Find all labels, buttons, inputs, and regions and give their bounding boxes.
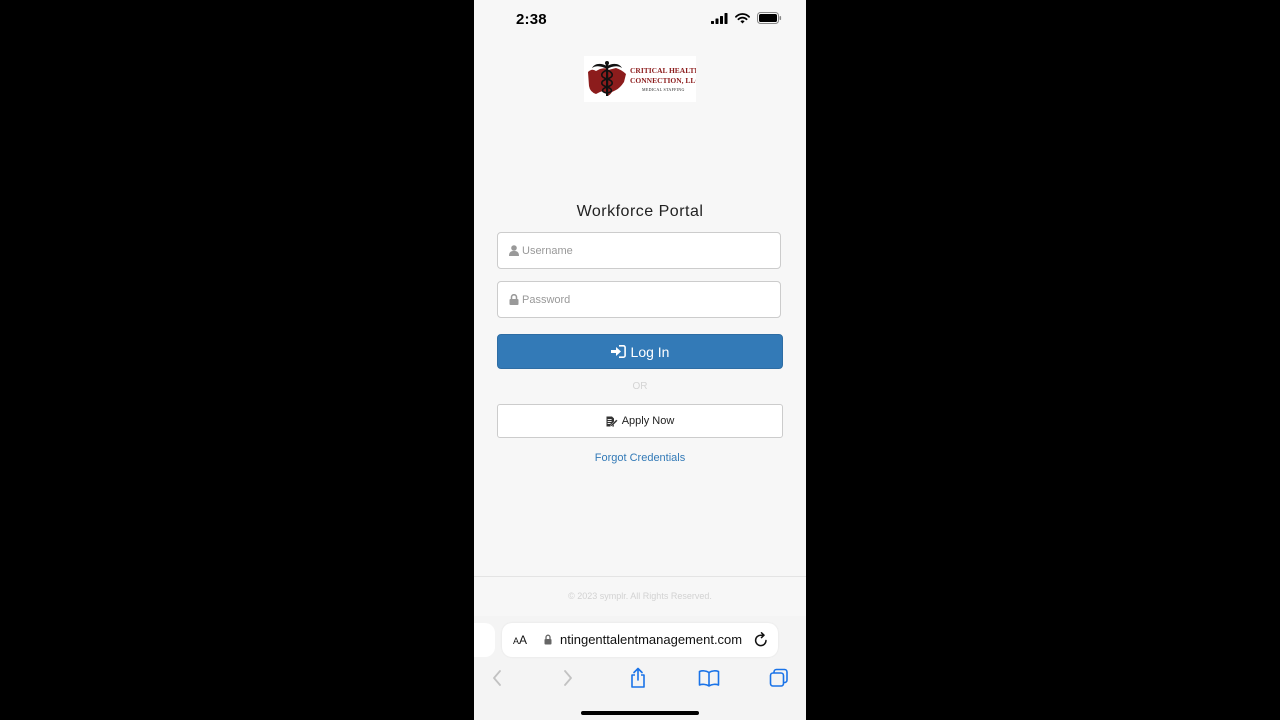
share-button[interactable]	[626, 666, 650, 690]
logo-text-line1: CRITICAL HEALTH	[630, 66, 696, 75]
url-text: ntingenttalentmanagement.com	[560, 632, 743, 647]
forward-button[interactable]	[556, 666, 580, 690]
signal-icon	[711, 12, 728, 24]
user-icon	[509, 245, 519, 256]
username-field[interactable]: Username	[497, 232, 781, 269]
wifi-icon	[735, 12, 750, 23]
page-title: Workforce Portal	[576, 203, 704, 220]
password-field[interactable]: Password	[497, 281, 781, 318]
status-time: 2:38	[516, 11, 547, 28]
caduceus-logo-icon	[588, 61, 626, 96]
sign-in-icon	[610, 345, 626, 358]
login-button-label: Log In	[630, 343, 670, 360]
forgot-credentials-link[interactable]: Forgot Credentials	[474, 452, 806, 464]
previous-tab-preview[interactable]	[474, 623, 495, 657]
chevron-right-icon	[564, 670, 572, 686]
phone-screen: 2:38 CRITICAL HEALTH CONNECTION, LLC. ME…	[474, 0, 806, 720]
reload-icon[interactable]	[754, 632, 768, 647]
back-button[interactable]	[485, 666, 509, 690]
status-bar: 2:38	[474, 0, 806, 40]
or-divider: OR	[632, 381, 648, 392]
lock-icon	[509, 294, 519, 305]
bookmarks-button[interactable]	[697, 666, 721, 690]
logo-text-line2: CONNECTION, LLC.	[630, 76, 696, 85]
copyright-text: © 2023 symplr. All Rights Reserved.	[568, 591, 712, 601]
browser-nav-row	[474, 666, 806, 690]
share-icon	[631, 667, 645, 688]
apply-now-label: Apply Now	[621, 415, 675, 427]
home-indicator	[581, 711, 699, 715]
secure-lock-icon	[544, 634, 552, 645]
address-bar[interactable]: AA ntingenttalentmanagement.com	[502, 623, 778, 657]
apply-now-button[interactable]: Apply Now	[497, 404, 783, 438]
book-icon	[698, 670, 720, 687]
edit-document-icon	[606, 416, 618, 427]
battery-icon	[757, 12, 782, 24]
tabs-button[interactable]	[767, 666, 791, 690]
chevron-left-icon	[493, 670, 501, 686]
browser-toolbar: AA ntingenttalentmanagement.com	[474, 616, 806, 720]
login-button[interactable]: Log In	[497, 334, 783, 369]
username-placeholder: Username	[522, 244, 573, 257]
tabs-icon	[769, 668, 788, 687]
status-icons	[711, 12, 782, 24]
company-logo: CRITICAL HEALTH CONNECTION, LLC. MEDICAL…	[584, 56, 696, 102]
logo-text-line3: MEDICAL STAFFING	[642, 87, 685, 92]
footer-divider	[474, 576, 806, 577]
text-size-button[interactable]: AA	[513, 633, 527, 647]
password-placeholder: Password	[522, 293, 571, 306]
